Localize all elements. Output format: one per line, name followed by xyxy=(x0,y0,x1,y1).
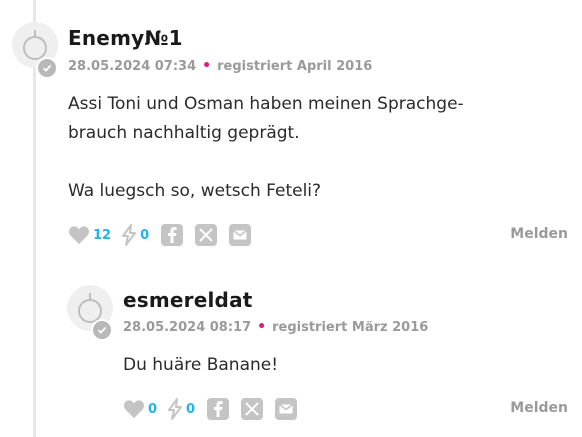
heart-icon xyxy=(124,400,144,419)
mail-icon xyxy=(279,404,294,414)
meta-separator: • xyxy=(257,319,267,335)
registration-date: registriert März 2016 xyxy=(272,320,429,335)
share-mail-button[interactable] xyxy=(229,224,252,246)
share-mail-button[interactable] xyxy=(275,398,298,420)
username[interactable]: Enemy№1 xyxy=(68,26,183,50)
bolt-button[interactable]: 0 xyxy=(121,224,149,246)
verified-check-icon xyxy=(36,57,58,79)
bolt-icon xyxy=(122,224,137,246)
bolt-count: 0 xyxy=(140,227,150,243)
timestamp: 28.05.2024 08:17 xyxy=(123,320,252,335)
comment-text: Du huäre Banane! xyxy=(123,355,279,375)
bolt-icon xyxy=(168,398,183,420)
verified-check-icon xyxy=(91,319,113,341)
like-count: 12 xyxy=(93,227,112,243)
mail-icon xyxy=(233,230,248,240)
share-facebook-button[interactable] xyxy=(207,398,230,420)
username[interactable]: esmereldat xyxy=(123,288,253,312)
facebook-icon xyxy=(168,227,177,243)
like-button[interactable]: 12 xyxy=(68,225,111,245)
like-count: 0 xyxy=(148,401,158,417)
report-button[interactable]: Melden xyxy=(510,226,568,242)
registration-date: registriert April 2016 xyxy=(217,59,373,74)
bolt-count: 0 xyxy=(186,401,196,417)
x-icon xyxy=(199,228,213,242)
facebook-icon xyxy=(214,401,223,417)
comment-actions: 12 0 xyxy=(68,223,263,247)
share-x-button[interactable] xyxy=(195,224,218,246)
meta-separator: • xyxy=(202,58,212,74)
timestamp: 28.05.2024 07:34 xyxy=(68,59,197,74)
comment-meta: 28.05.2024 08:17 • registriert März 2016 xyxy=(123,319,428,335)
report-button[interactable]: Melden xyxy=(510,400,568,416)
like-button[interactable]: 0 xyxy=(123,399,157,419)
bolt-button[interactable]: 0 xyxy=(167,398,195,420)
comment-text: Assi Toni und Osman haben meinen Sprachg… xyxy=(68,94,464,201)
share-x-button[interactable] xyxy=(241,398,264,420)
comment-actions: 0 0 xyxy=(123,397,309,421)
comment-meta: 28.05.2024 07:34 • registriert April 2016 xyxy=(68,58,372,74)
share-facebook-button[interactable] xyxy=(161,224,184,246)
heart-icon xyxy=(69,226,89,245)
x-icon xyxy=(245,402,259,416)
